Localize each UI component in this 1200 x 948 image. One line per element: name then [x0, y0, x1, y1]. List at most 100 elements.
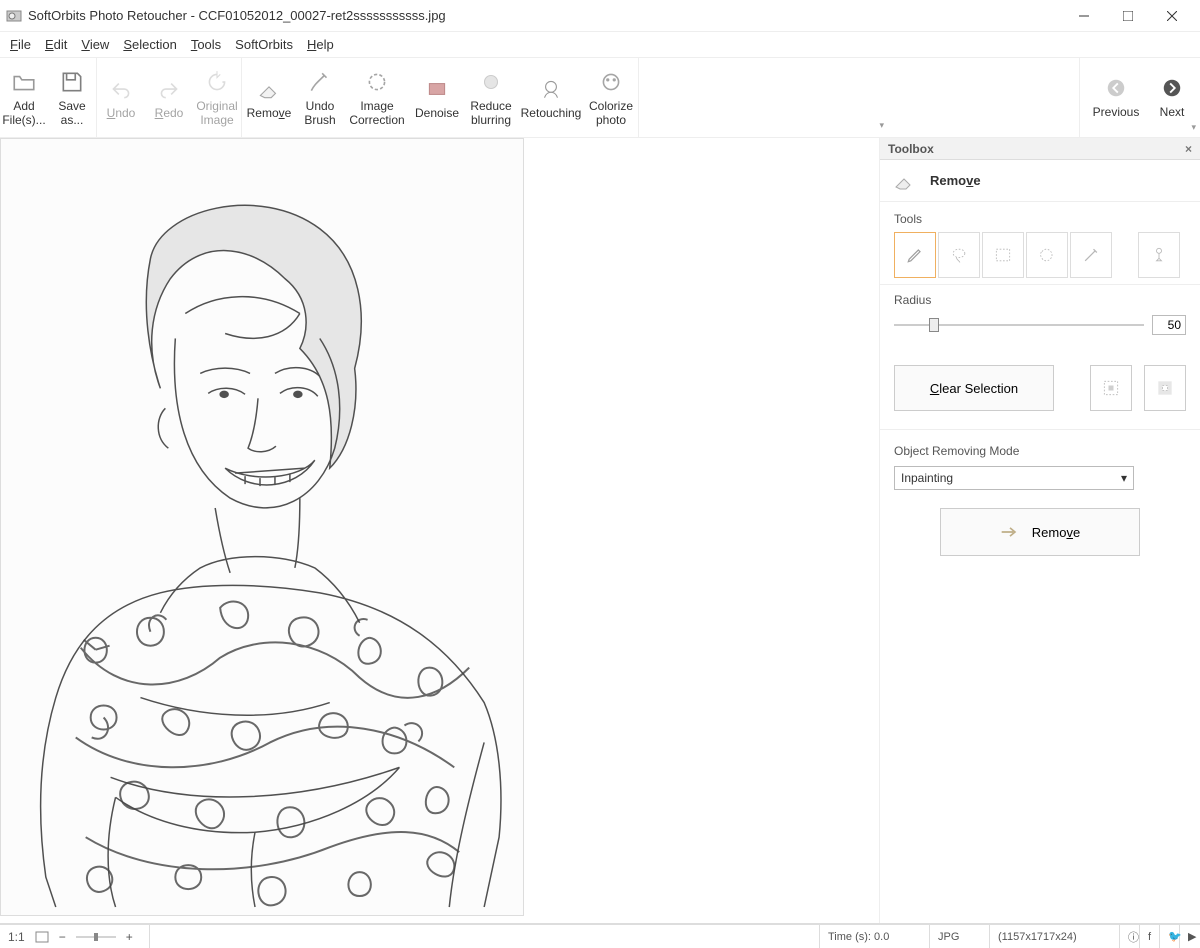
denoise-icon — [424, 76, 450, 102]
rectangle-tool[interactable] — [982, 232, 1024, 278]
save-as-button[interactable]: Save as... — [48, 58, 96, 137]
marker-tool[interactable] — [894, 232, 936, 278]
apply-remove-button[interactable]: Remove — [940, 508, 1140, 556]
image-correction-label: Image Correction — [346, 99, 408, 127]
brush-icon — [307, 69, 333, 95]
toolbox-close-icon[interactable]: × — [1185, 142, 1192, 156]
save-icon — [59, 69, 85, 95]
redo-icon — [156, 76, 182, 102]
twitter-icon[interactable]: 🐦 — [1160, 925, 1180, 948]
radius-label: Radius — [894, 293, 1186, 307]
retouching-button[interactable]: Retouching — [518, 58, 584, 137]
image-correction-button[interactable]: Image Correction — [344, 58, 410, 137]
canvas-area[interactable] — [0, 138, 880, 923]
menubar: File Edit View Selection Tools SoftOrbit… — [0, 32, 1200, 58]
toolbar-overflow-icon[interactable]: ▾ — [879, 120, 884, 131]
status-bar: 1:1 − + Time (s): 0.0 JPG (1157x1717x24)… — [0, 924, 1200, 948]
youtube-icon[interactable]: ▶ — [1180, 925, 1200, 948]
menu-edit[interactable]: Edit — [45, 37, 67, 52]
menu-file[interactable]: File — [10, 37, 31, 52]
denoise-label: Denoise — [415, 106, 459, 120]
toolbox-title: Toolbox — [888, 142, 934, 156]
tools-section: Tools — [880, 202, 1200, 285]
eraser-icon — [256, 76, 282, 102]
apply-remove-label: Remove — [1032, 525, 1080, 540]
titlebar: SoftOrbits Photo Retoucher - CCF01052012… — [0, 0, 1200, 32]
blur-icon — [478, 69, 504, 95]
zoom-in-button[interactable]: + — [126, 930, 133, 944]
image-canvas[interactable] — [0, 138, 524, 916]
menu-view[interactable]: View — [81, 37, 109, 52]
select-inside-icon — [1101, 378, 1121, 398]
colorize-button[interactable]: Colorize photo — [584, 58, 638, 137]
main-area: Toolbox × Remove Tools Radius — [0, 138, 1200, 924]
facebook-icon[interactable]: f — [1140, 925, 1160, 948]
radius-input[interactable] — [1152, 315, 1186, 335]
next-label: Next — [1160, 105, 1185, 119]
toolbox-panel: Toolbox × Remove Tools Radius — [880, 138, 1200, 923]
rectangle-select-icon — [993, 245, 1013, 265]
original-image-button[interactable]: Original Image — [193, 58, 241, 137]
face-icon — [538, 76, 564, 102]
undo-brush-button[interactable]: Undo Brush — [296, 58, 344, 137]
zoom-slider[interactable] — [76, 933, 116, 941]
maximize-button[interactable] — [1106, 2, 1150, 30]
zoom-out-button[interactable]: − — [59, 930, 66, 944]
undo-button[interactable]: Undo — [97, 58, 145, 137]
mode-section: Object Removing Mode Inpainting ▾ Remove — [880, 430, 1200, 570]
eraser-icon — [892, 169, 916, 193]
correction-icon — [364, 69, 390, 95]
select-all-button[interactable] — [1090, 365, 1132, 411]
magic-select-tool[interactable] — [1026, 232, 1068, 278]
revert-icon — [204, 69, 230, 95]
status-dimensions: (1157x1717x24) — [990, 925, 1120, 948]
invert-selection-button[interactable] — [1144, 365, 1186, 411]
status-time: Time (s): 0.0 — [820, 925, 930, 948]
window-title: SoftOrbits Photo Retoucher - CCF01052012… — [28, 8, 1062, 23]
redo-button[interactable]: Redo — [145, 58, 193, 137]
lasso-tool[interactable] — [938, 232, 980, 278]
remove-button[interactable]: Remove — [242, 58, 296, 137]
toolbox-remove-label: Remove — [930, 173, 981, 188]
dropper-icon — [1149, 245, 1169, 265]
toolbox-section-remove: Remove — [880, 160, 1200, 202]
menu-selection[interactable]: Selection — [123, 37, 176, 52]
palette-icon — [598, 69, 624, 95]
reduce-blur-label: Reduce blurring — [466, 99, 516, 127]
undo-label: Undo — [107, 106, 136, 120]
arrow-right-icon — [1000, 525, 1020, 539]
previous-button[interactable]: Previous — [1088, 58, 1144, 137]
add-files-label: Add File(s)... — [2, 99, 46, 127]
arrow-left-circle-icon — [1105, 77, 1127, 99]
reduce-blur-button[interactable]: Reduce blurring — [464, 58, 518, 137]
wand-tool[interactable] — [1070, 232, 1112, 278]
minimize-button[interactable] — [1062, 2, 1106, 30]
mode-select[interactable]: Inpainting ▾ — [894, 466, 1134, 490]
mode-label: Object Removing Mode — [894, 444, 1186, 458]
lasso-icon — [949, 245, 969, 265]
toolbar: Add File(s)... Save as... Undo Redo Orig… — [0, 58, 1200, 138]
pencil-icon — [905, 245, 925, 265]
nav-overflow-icon[interactable]: ▾ — [1191, 122, 1196, 133]
close-button[interactable] — [1150, 2, 1194, 30]
clear-selection-button[interactable]: Clear Selection — [894, 365, 1054, 411]
zoom-ratio[interactable]: 1:1 — [8, 930, 25, 944]
fit-icon[interactable] — [35, 931, 49, 943]
menu-softorbits[interactable]: SoftOrbits — [235, 37, 293, 52]
remove-label: Remove — [247, 106, 292, 120]
color-select-tool[interactable] — [1138, 232, 1180, 278]
colorize-label: Colorize photo — [586, 99, 636, 127]
toolbox-header: Toolbox × — [880, 138, 1200, 160]
arrow-right-circle-icon — [1161, 77, 1183, 99]
menu-tools[interactable]: Tools — [191, 37, 221, 52]
app-icon — [6, 8, 22, 24]
add-files-button[interactable]: Add File(s)... — [0, 58, 48, 137]
tools-label: Tools — [894, 212, 1186, 226]
denoise-button[interactable]: Denoise — [410, 58, 464, 137]
mode-value: Inpainting — [901, 471, 953, 485]
info-icon[interactable]: ⓘ — [1120, 925, 1140, 948]
status-format: JPG — [930, 925, 990, 948]
radius-slider[interactable] — [894, 316, 1144, 334]
menu-help[interactable]: Help — [307, 37, 334, 52]
free-select-icon — [1037, 245, 1057, 265]
